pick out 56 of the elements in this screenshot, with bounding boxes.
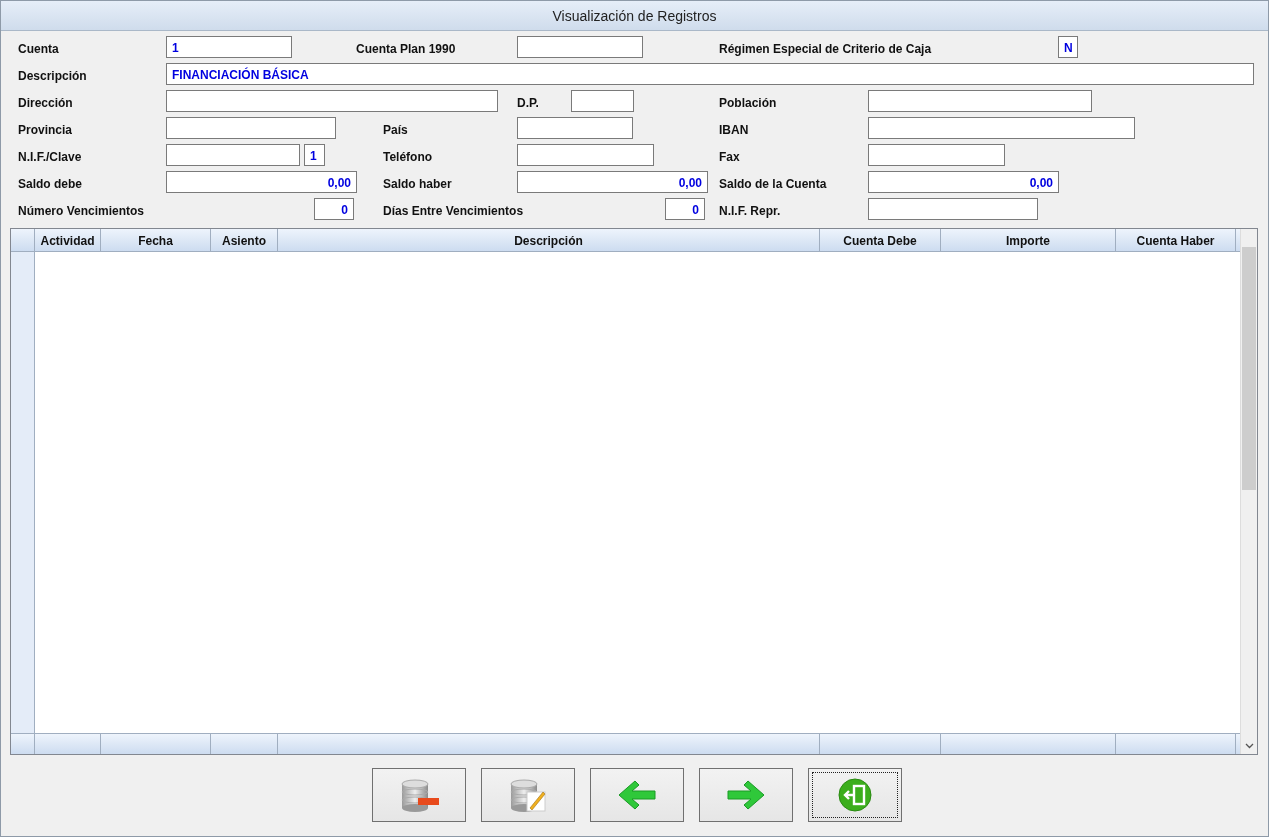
text-field[interactable]: 0,00 (166, 171, 357, 193)
text-field[interactable] (517, 36, 643, 58)
field-label: N.I.F. Repr. (719, 203, 782, 218)
field-label: Régimen Especial de Criterio de Caja (719, 41, 933, 56)
text-field[interactable] (868, 90, 1092, 112)
field-label: País (383, 122, 409, 137)
text-field[interactable]: 1 (166, 36, 292, 58)
field-label: Población (719, 95, 778, 110)
field-label: Saldo de la Cuenta (719, 176, 828, 191)
exit-button[interactable] (807, 768, 902, 822)
field-label: N.I.F./Clave (18, 149, 83, 164)
next-button[interactable] (698, 768, 793, 822)
field-label: IBAN (719, 122, 750, 137)
right-arrow-icon (724, 778, 767, 812)
text-field[interactable]: 0 (314, 198, 354, 220)
text-field[interactable] (517, 144, 654, 166)
text-field[interactable] (571, 90, 634, 112)
field-label: Saldo debe (18, 176, 83, 191)
column-header[interactable]: Cuenta Haber (1116, 229, 1236, 251)
delete-button[interactable] (371, 768, 466, 822)
field-label: Fax (719, 149, 741, 164)
field-label: Teléfono (383, 149, 434, 164)
column-header[interactable]: Asiento (211, 229, 278, 251)
text-field[interactable]: 0,00 (868, 171, 1059, 193)
text-field[interactable] (166, 144, 300, 166)
text-field[interactable] (517, 117, 633, 139)
text-field[interactable] (868, 117, 1135, 139)
field-label: Descripción (18, 68, 88, 83)
previous-button[interactable] (589, 768, 684, 822)
column-header[interactable]: Descripción (278, 229, 820, 251)
text-field[interactable] (868, 144, 1005, 166)
field-label: D.P. (517, 95, 540, 110)
scroll-down-icon[interactable] (1244, 743, 1254, 749)
text-field[interactable]: 1 (304, 144, 325, 166)
field-label: Provincia (18, 122, 74, 137)
text-field[interactable]: 0,00 (517, 171, 708, 193)
vertical-scrollbar[interactable] (1240, 229, 1257, 754)
column-header[interactable]: Importe (941, 229, 1116, 251)
exit-icon (837, 778, 872, 812)
column-header[interactable]: Fecha (101, 229, 211, 251)
field-label: Dirección (18, 95, 74, 110)
text-field[interactable]: N (1058, 36, 1078, 58)
window-title: Visualización de Registros (1, 1, 1268, 31)
text-field[interactable] (166, 90, 498, 112)
column-header[interactable]: Actividad (35, 229, 101, 251)
text-field[interactable] (166, 117, 336, 139)
field-label: Saldo haber (383, 176, 453, 191)
edit-button[interactable] (480, 768, 575, 822)
text-field[interactable]: FINANCIACIÓN BÁSICA (166, 63, 1254, 85)
field-label: Cuenta (18, 41, 60, 56)
field-label: Cuenta Plan 1990 (356, 41, 457, 56)
text-field[interactable] (868, 198, 1038, 220)
field-label: Número Vencimientos (18, 203, 146, 218)
text-field[interactable]: 0 (665, 198, 705, 220)
column-header[interactable]: Cuenta Debe (820, 229, 941, 251)
field-label: Días Entre Vencimientos (383, 203, 525, 218)
